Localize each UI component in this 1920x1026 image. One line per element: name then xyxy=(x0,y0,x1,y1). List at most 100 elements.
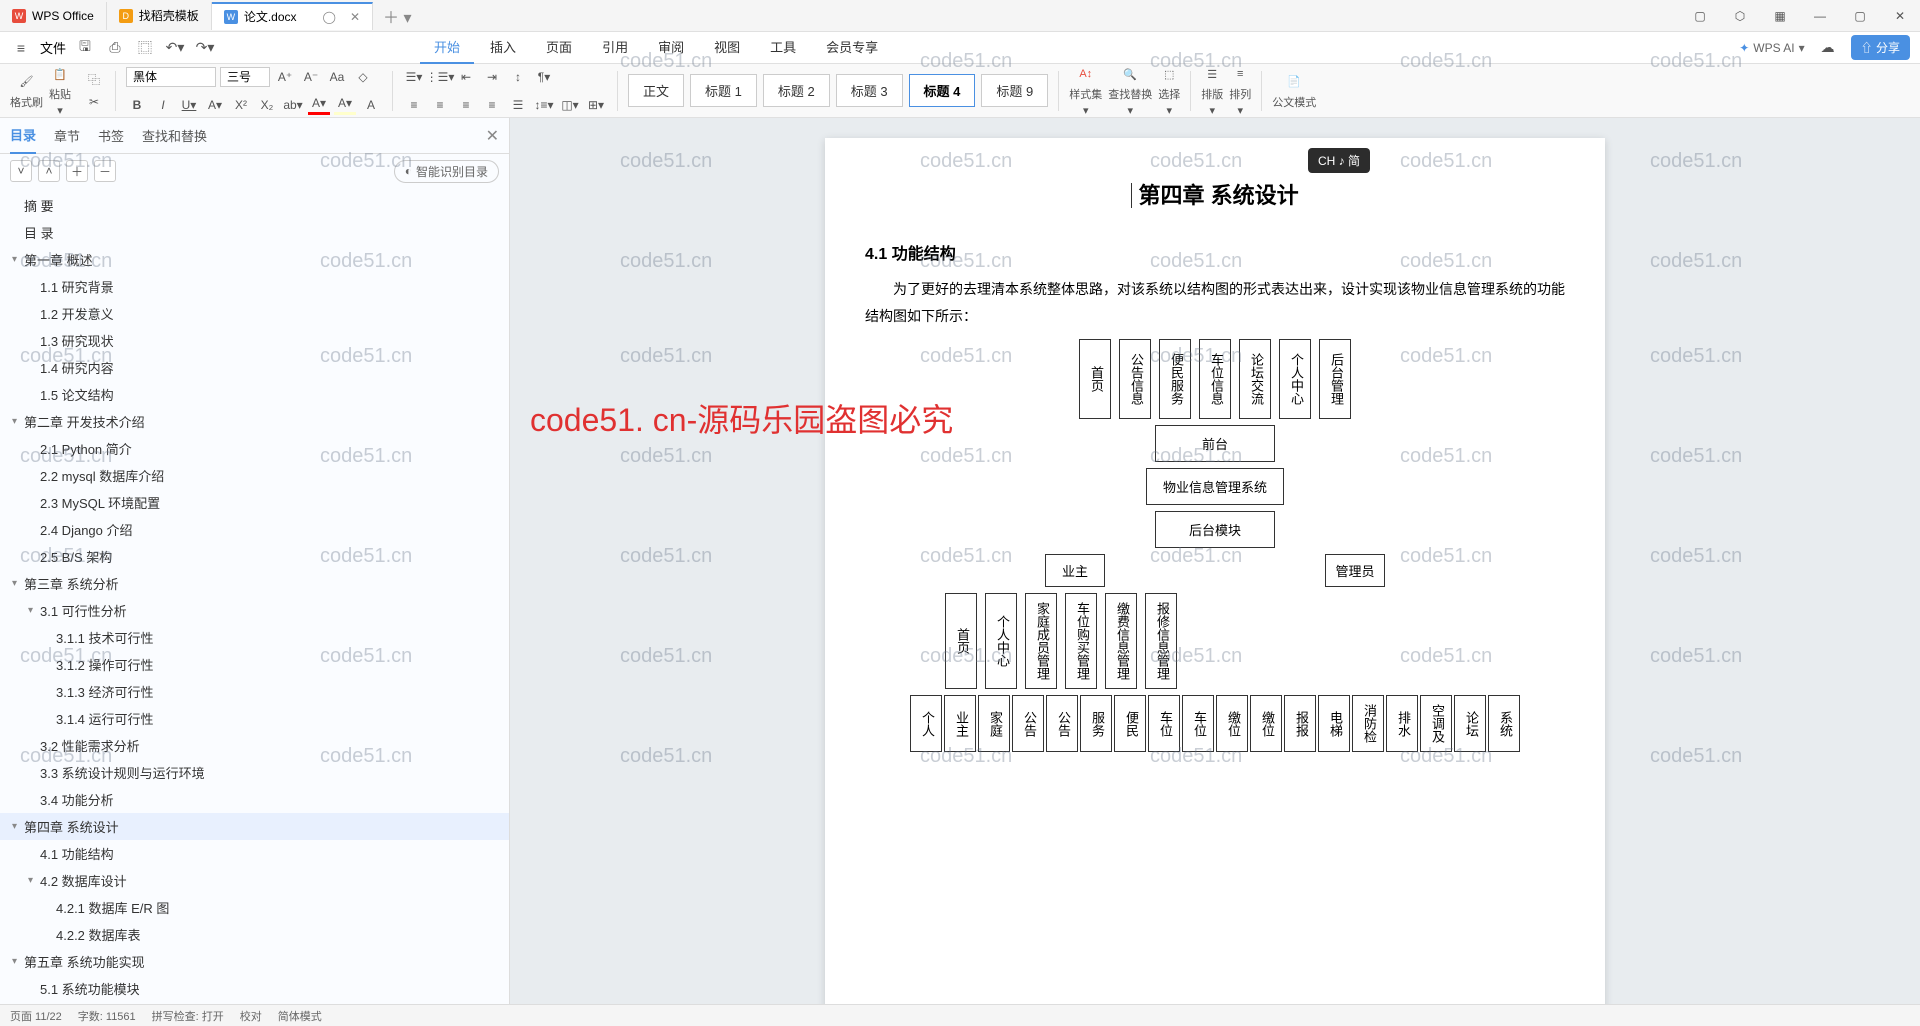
toc-item[interactable]: 1.1 研究背景 xyxy=(0,273,509,300)
toc-item[interactable]: 2.4 Django 介绍 xyxy=(0,516,509,543)
menu-tab-insert[interactable]: 插入 xyxy=(476,31,530,64)
toc-item[interactable]: 1.2 开发意义 xyxy=(0,300,509,327)
menu-tab-tools[interactable]: 工具 xyxy=(756,31,810,64)
font-select[interactable] xyxy=(126,67,216,87)
toc-item[interactable]: 3.1.1 技术可行性 xyxy=(0,624,509,651)
toc-item[interactable]: 目 录 xyxy=(0,219,509,246)
save-icon[interactable]: 🖫 xyxy=(74,37,96,59)
preview-icon[interactable]: ⿴ xyxy=(134,37,156,59)
borders-icon[interactable]: ⊞▾ xyxy=(585,95,607,115)
menu-tab-start[interactable]: 开始 xyxy=(420,31,474,64)
cloud-icon[interactable]: ☁ xyxy=(1817,37,1839,59)
toc-item[interactable]: ▾第三章 系统分析 xyxy=(0,570,509,597)
outdent-icon[interactable]: ⇤ xyxy=(455,67,477,87)
tab-doc[interactable]: W论文.docx◯✕ xyxy=(212,2,373,30)
win-btn-3[interactable]: ▦ xyxy=(1760,0,1800,32)
toc-item[interactable]: ▾第四章 系统设计 xyxy=(0,813,509,840)
tab-wps[interactable]: WWPS Office xyxy=(0,2,107,30)
toc-item[interactable]: ▾3.1 可行性分析 xyxy=(0,597,509,624)
grow-font-icon[interactable]: A⁺ xyxy=(274,67,296,87)
tab-options-icon[interactable]: ◯ xyxy=(323,10,336,24)
toc-item[interactable]: 4.2.1 数据库 E/R 图 xyxy=(0,894,509,921)
shading-icon[interactable]: ◫▾ xyxy=(559,95,581,115)
sb-tab-find[interactable]: 查找和替换 xyxy=(142,118,207,153)
toc-item[interactable]: 1.5 论文结构 xyxy=(0,381,509,408)
toc-item[interactable]: ▾第二章 开发技术介绍 xyxy=(0,408,509,435)
bg-color-icon[interactable]: A▾ xyxy=(334,95,356,115)
style-h9[interactable]: 标题 9 xyxy=(981,74,1048,107)
tab-template[interactable]: D找稻壳模板 xyxy=(107,2,212,30)
toc-item[interactable]: 1.4 研究内容 xyxy=(0,354,509,381)
toc-item[interactable]: ▾第五章 系统功能实现 xyxy=(0,948,509,975)
align-center-icon[interactable]: ≡ xyxy=(429,95,451,115)
toc-item[interactable]: 3.2 性能需求分析 xyxy=(0,732,509,759)
style-set-button[interactable]: A↕样式集▾ xyxy=(1069,64,1102,117)
undo-icon[interactable]: ↶▾ xyxy=(164,37,186,59)
toc-item[interactable]: 3.4 功能分析 xyxy=(0,786,509,813)
add-button[interactable]: ＋ xyxy=(66,160,88,182)
align-left-icon[interactable]: ≡ xyxy=(403,95,425,115)
distribute-icon[interactable]: ☰ xyxy=(507,95,529,115)
format-painter-button[interactable]: 🖌格式刷 xyxy=(10,72,43,110)
super-icon[interactable]: X² xyxy=(230,95,252,115)
sub-icon[interactable]: X₂ xyxy=(256,95,278,115)
case-icon[interactable]: Aa xyxy=(326,67,348,87)
strike-icon[interactable]: A▾ xyxy=(204,95,226,115)
toc-item[interactable]: 3.1.4 运行可行性 xyxy=(0,705,509,732)
arrange-button[interactable]: ≡排列▾ xyxy=(1229,64,1251,117)
file-menu[interactable]: 文件 xyxy=(40,38,66,57)
toc-item[interactable]: 2.5 B/S 架构 xyxy=(0,543,509,570)
find-replace-button[interactable]: 🔍查找替换▾ xyxy=(1108,64,1152,117)
toc-item[interactable]: 3.3 系统设计规则与运行环境 xyxy=(0,759,509,786)
highlight-icon[interactable]: ab▾ xyxy=(282,95,304,115)
doc-mode-button[interactable]: 📄公文模式 xyxy=(1272,72,1316,110)
clear-icon[interactable]: ◇ xyxy=(352,67,374,87)
toc-item[interactable]: 3.1.2 操作可行性 xyxy=(0,651,509,678)
style-h4[interactable]: 标题 4 xyxy=(909,74,976,107)
align-justify-icon[interactable]: ≡ xyxy=(481,95,503,115)
copy-icon[interactable]: ⿻ xyxy=(83,70,105,90)
minimize-button[interactable]: — xyxy=(1800,0,1840,32)
menu-tab-page[interactable]: 页面 xyxy=(532,31,586,64)
toc-item[interactable]: 摘 要 xyxy=(0,192,509,219)
toc-item[interactable]: 1.3 研究现状 xyxy=(0,327,509,354)
font-color-icon[interactable]: A▾ xyxy=(308,95,330,115)
menu-icon[interactable]: ≡ xyxy=(10,37,32,59)
expand-all-button[interactable]: ˅ xyxy=(10,160,32,182)
maximize-button[interactable]: ▢ xyxy=(1840,0,1880,32)
print-icon[interactable]: ⎙ xyxy=(104,37,126,59)
toc-item[interactable]: 2.3 MySQL 环境配置 xyxy=(0,489,509,516)
paste-button[interactable]: 📋粘贴▾ xyxy=(49,64,71,117)
sb-tab-chapter[interactable]: 章节 xyxy=(54,118,80,153)
add-tab-button[interactable]: ＋ ▾ xyxy=(373,4,421,28)
sb-tab-bookmark[interactable]: 书签 xyxy=(98,118,124,153)
toc-item[interactable]: 4.2.2 数据库表 xyxy=(0,921,509,948)
menu-tab-member[interactable]: 会员专享 xyxy=(812,31,892,64)
line-spacing-icon[interactable]: ↕≡▾ xyxy=(533,95,555,115)
toc-item[interactable]: 3.1.3 经济可行性 xyxy=(0,678,509,705)
paragraph-icon[interactable]: ¶▾ xyxy=(533,67,555,87)
wps-ai[interactable]: ✦WPS AI ▾ xyxy=(1739,41,1804,55)
style-h2[interactable]: 标题 2 xyxy=(763,74,830,107)
menu-tab-review[interactable]: 审阅 xyxy=(644,31,698,64)
collapse-all-button[interactable]: ˄ xyxy=(38,160,60,182)
toc-item[interactable]: 2.2 mysql 数据库介绍 xyxy=(0,462,509,489)
menu-tab-reference[interactable]: 引用 xyxy=(588,31,642,64)
layout-button[interactable]: ☰排版▾ xyxy=(1201,64,1223,117)
remove-button[interactable]: － xyxy=(94,160,116,182)
toc-item[interactable]: 2.1 Python 简介 xyxy=(0,435,509,462)
size-select[interactable] xyxy=(220,67,270,87)
doc-area[interactable]: 第四章 系统设计 4.1 功能结构 为了更好的去理清本系统整体思路，对该系统以结… xyxy=(510,118,1920,1026)
toc-item[interactable]: ▾4.2 数据库设计 xyxy=(0,867,509,894)
bold-icon[interactable]: B xyxy=(126,95,148,115)
toc-item[interactable]: 4.1 功能结构 xyxy=(0,840,509,867)
toc-item[interactable]: ▾第一章 概述 xyxy=(0,246,509,273)
select-button[interactable]: ⬚选择▾ xyxy=(1158,64,1180,117)
italic-icon[interactable]: I xyxy=(152,95,174,115)
share-button[interactable]: ⇧ 分享 xyxy=(1851,35,1910,60)
style-h3[interactable]: 标题 3 xyxy=(836,74,903,107)
win-btn-1[interactable]: ▢ xyxy=(1680,0,1720,32)
sort-icon[interactable]: ↕ xyxy=(507,67,529,87)
char-bg-icon[interactable]: A xyxy=(360,95,382,115)
align-right-icon[interactable]: ≡ xyxy=(455,95,477,115)
